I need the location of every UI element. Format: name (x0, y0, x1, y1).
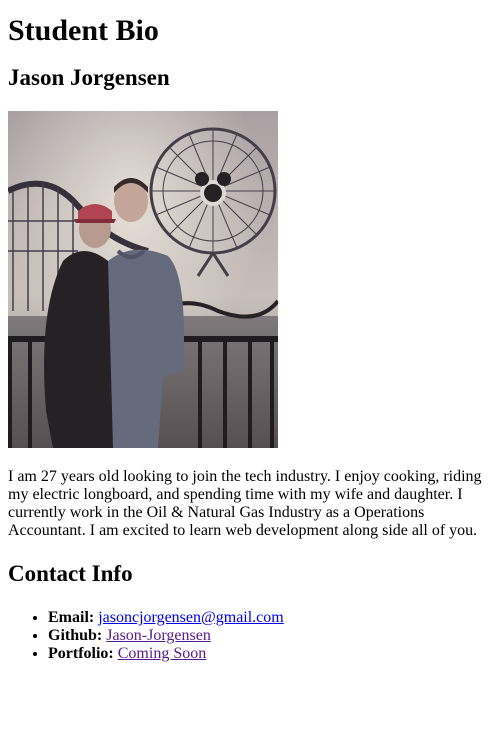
page: Student Bio Jason Jorgensen I am 27 year… (0, 14, 502, 663)
student-name: Jason Jorgensen (8, 65, 170, 90)
portfolio-link[interactable]: Coming Soon (118, 645, 206, 662)
github-label: Github: (48, 627, 103, 644)
contact-item-portfolio: Portfolio: Coming Soon (48, 645, 494, 663)
contact-item-email: Email: jasoncjorgensen@gmail.com (48, 609, 494, 627)
couple-photo-image (8, 111, 278, 448)
page-title: Student Bio (8, 14, 159, 47)
contact-info-heading: Contact Info (8, 561, 133, 586)
contact-list: Email: jasoncjorgensen@gmail.com Github:… (8, 609, 494, 663)
contact-item-github: Github: Jason-Jorgensen (48, 627, 494, 645)
portfolio-label: Portfolio: (48, 645, 114, 662)
github-link[interactable]: Jason-Jorgensen (106, 627, 211, 644)
email-label: Email: (48, 609, 95, 626)
bio-paragraph: I am 27 years old looking to join the te… (8, 468, 482, 539)
student-photo (8, 111, 278, 448)
email-link[interactable]: jasoncjorgensen@gmail.com (98, 609, 284, 626)
